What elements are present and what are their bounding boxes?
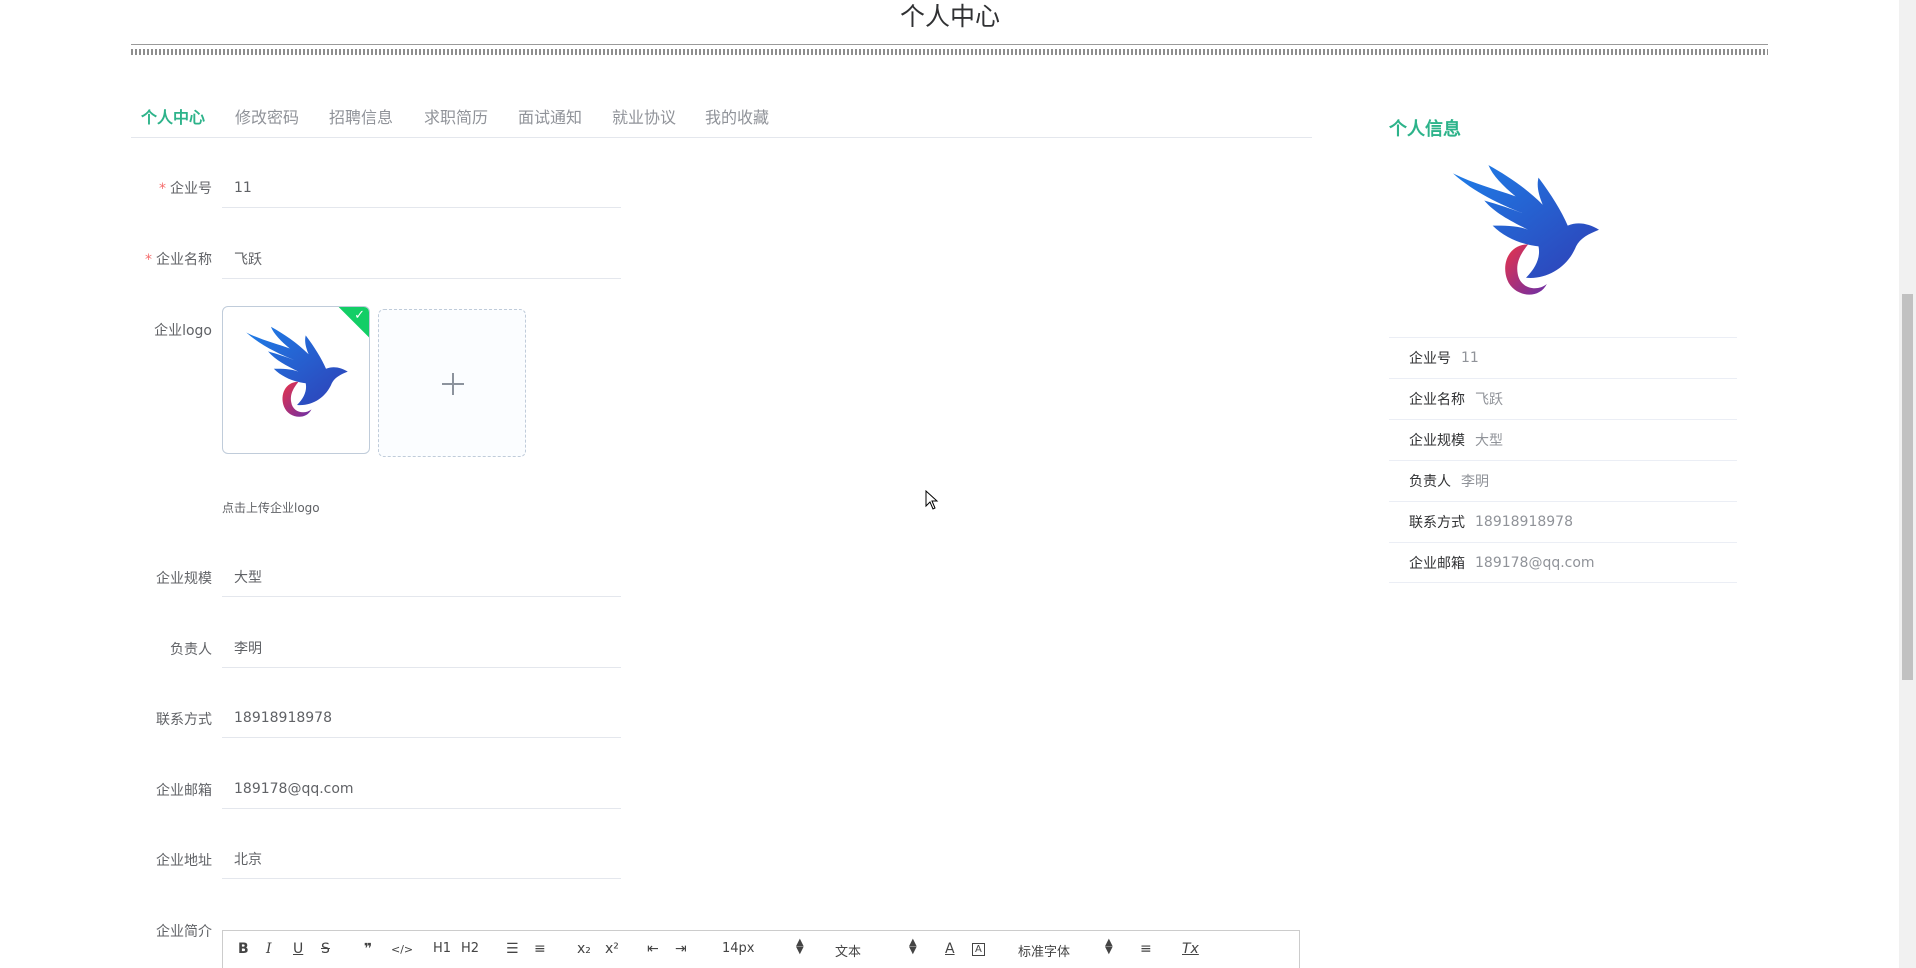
- bullet-list-icon[interactable]: ≡: [534, 941, 546, 957]
- mouse-cursor-icon: [925, 490, 939, 510]
- address-input[interactable]: [222, 839, 621, 879]
- font-size-arrows-icon: ▲ ▼: [796, 937, 804, 956]
- superscript-button[interactable]: x²: [605, 941, 619, 957]
- required-mark: *: [145, 252, 152, 268]
- tab-interview-notice[interactable]: 面试通知: [518, 104, 582, 128]
- company-name-label: * 企业名称: [145, 252, 212, 268]
- info-card-title: 个人信息: [1389, 119, 1461, 140]
- header-select-arrows-icon: ▲ ▼: [909, 937, 917, 956]
- upload-logo-button[interactable]: [378, 309, 526, 457]
- tab-change-password[interactable]: 修改密码: [235, 104, 299, 128]
- personal-center-page: 个人中心 个人中心 修改密码 招聘信息 求职简历 面试通知 就业协议 我的收藏 …: [0, 0, 1916, 968]
- code-block-button[interactable]: </>: [391, 943, 413, 956]
- align-left-icon[interactable]: ≡: [1140, 941, 1152, 957]
- scrollbar-thumb[interactable]: [1902, 294, 1913, 680]
- info-list: 企业号 11 企业名称 飞跃 企业规模 大型 负责人 李明 联系方式 1891891897…: [1389, 337, 1737, 583]
- info-row-email: 企业邮箱 189178@qq.com: [1389, 542, 1737, 583]
- required-mark: *: [159, 181, 166, 197]
- contact-person-label: 负责人: [170, 642, 212, 658]
- info-row-contact-person: 负责人 李明: [1389, 460, 1737, 501]
- info-row-company-name: 企业名称 飞跃: [1389, 378, 1737, 419]
- subscript-button[interactable]: x₂: [577, 941, 591, 957]
- h2-button[interactable]: H2: [461, 941, 479, 956]
- tab-employment-agreement[interactable]: 就业协议: [612, 104, 676, 128]
- ordered-list-icon[interactable]: ☰: [506, 941, 519, 957]
- bold-button[interactable]: B: [238, 941, 249, 957]
- page-title: 个人中心: [899, 2, 1000, 31]
- clear-format-button[interactable]: Tx: [1182, 941, 1199, 957]
- italic-button[interactable]: I: [266, 941, 272, 957]
- outdent-icon[interactable]: ⇤: [647, 941, 659, 957]
- info-row-company-scale: 企业规模 大型: [1389, 419, 1737, 460]
- tab-bar: 个人中心 修改密码 招聘信息 求职简历 面试通知 就业协议 我的收藏: [131, 96, 1312, 138]
- info-row-company-no: 企业号 11: [1389, 337, 1737, 378]
- strike-button[interactable]: S: [321, 941, 330, 957]
- upload-tip: 点击上传企业logo: [222, 501, 320, 515]
- blockquote-button[interactable]: ❞: [364, 941, 372, 957]
- email-label: 企业邮箱: [156, 783, 212, 799]
- bird-logo-icon: [239, 325, 355, 427]
- tab-personal-center[interactable]: 个人中心: [141, 104, 205, 128]
- header-select[interactable]: 文本: [835, 941, 861, 960]
- company-scale-label: 企业规模: [156, 571, 212, 587]
- company-no-label: * 企业号: [159, 181, 212, 197]
- phone-label: 联系方式: [156, 712, 212, 728]
- title-dotted-divider: [131, 49, 1768, 55]
- tab-my-favorites[interactable]: 我的收藏: [705, 104, 769, 128]
- check-icon: ✓: [354, 308, 365, 323]
- rich-text-editor-toolbar: B I U S ❞ </> H1 H2 ☰ ≡ x₂ x² ⇤ ⇥ 14px ▲…: [222, 930, 1300, 968]
- tab-recruitment-info[interactable]: 招聘信息: [329, 104, 393, 128]
- address-label: 企业地址: [156, 853, 212, 869]
- info-row-phone: 联系方式 18918918978: [1389, 501, 1737, 542]
- h1-button[interactable]: H1: [433, 941, 451, 956]
- title-divider: [131, 44, 1768, 45]
- underline-button[interactable]: U: [293, 941, 303, 957]
- email-input[interactable]: [222, 769, 621, 809]
- font-size-select[interactable]: 14px: [722, 941, 755, 956]
- company-no-input[interactable]: [222, 168, 621, 208]
- indent-icon[interactable]: ⇥: [675, 941, 687, 957]
- background-color-icon[interactable]: A: [972, 943, 985, 956]
- company-name-input[interactable]: [222, 239, 621, 279]
- company-logo-label: 企业logo: [154, 323, 212, 339]
- phone-input[interactable]: [222, 698, 621, 738]
- company-logo-large-icon: [1440, 163, 1612, 309]
- plus-icon-vertical: [452, 373, 454, 395]
- intro-label: 企业简介: [156, 924, 212, 940]
- text-color-icon[interactable]: A: [945, 941, 955, 957]
- font-family-select[interactable]: 标准字体: [1018, 941, 1070, 960]
- company-scale-input[interactable]: [222, 557, 621, 597]
- uploaded-logo-preview[interactable]: ✓: [222, 306, 370, 454]
- tab-resume[interactable]: 求职简历: [424, 104, 488, 128]
- contact-person-input[interactable]: [222, 628, 621, 668]
- font-family-arrows-icon: ▲ ▼: [1105, 937, 1113, 956]
- vertical-scrollbar[interactable]: [1899, 0, 1916, 968]
